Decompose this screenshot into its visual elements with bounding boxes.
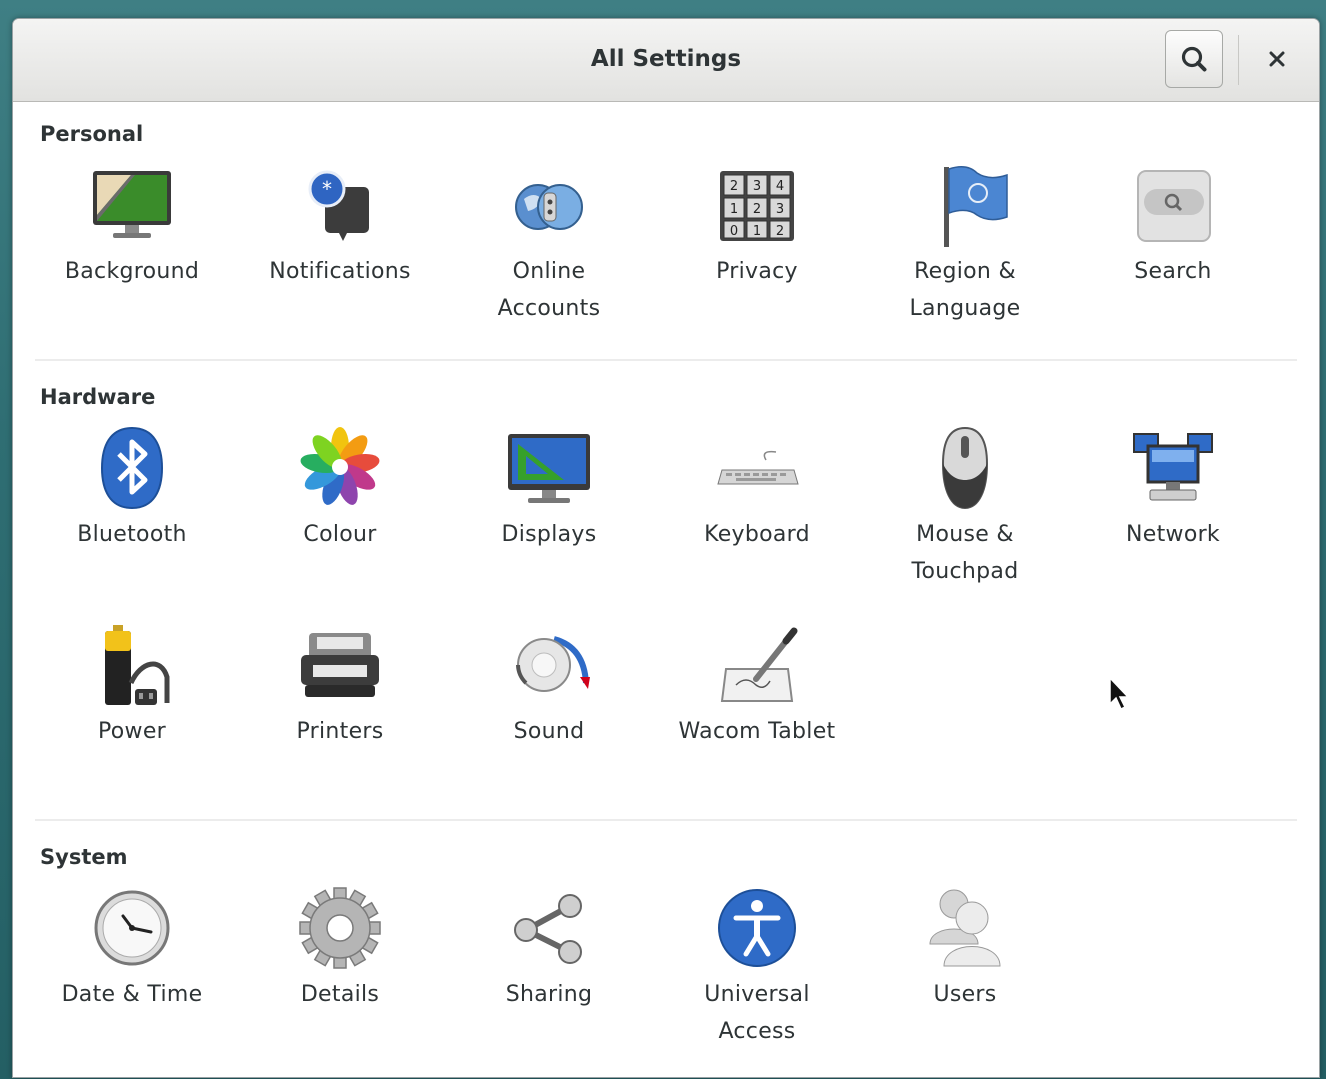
- section-title-system: System: [40, 845, 128, 869]
- item-label: Wacom Tablet: [678, 719, 836, 744]
- users-icon: [929, 889, 1001, 967]
- svg-text:*: *: [322, 177, 332, 201]
- svg-text:2: 2: [753, 202, 761, 217]
- wacom-tablet-icon: [720, 627, 798, 702]
- svg-text:0: 0: [730, 224, 738, 239]
- item-label: Bluetooth: [77, 522, 187, 547]
- settings-item-search[interactable]: Search: [1069, 159, 1277, 290]
- search-icon: [1181, 46, 1207, 72]
- settings-item-power[interactable]: Power: [28, 619, 236, 750]
- item-label: Search: [1134, 259, 1212, 284]
- item-label: Background: [64, 259, 200, 284]
- settings-item-network[interactable]: Network: [1069, 422, 1277, 553]
- settings-item-universal-access[interactable]: Universal Access: [653, 882, 861, 1050]
- power-icon: [105, 625, 170, 705]
- item-label: Power: [97, 719, 166, 744]
- bluetooth-icon: [100, 426, 164, 510]
- settings-item-sound[interactable]: Sound: [445, 619, 653, 750]
- header-bar: All Settings: [13, 19, 1319, 102]
- region-language-icon: [944, 166, 1008, 247]
- displays-icon: [508, 434, 590, 503]
- settings-item-users[interactable]: Users: [861, 882, 1069, 1013]
- section-title-hardware: Hardware: [40, 385, 156, 409]
- item-label: Notifications: [269, 259, 411, 284]
- sound-icon: [516, 636, 590, 692]
- settings-item-keyboard[interactable]: Keyboard: [653, 422, 861, 553]
- item-label: Mouse & Touchpad: [911, 522, 1019, 584]
- search-button[interactable]: [1165, 30, 1223, 88]
- header-separator: [1238, 35, 1239, 85]
- section-title-personal: Personal: [40, 122, 144, 146]
- privacy-icon: 234 123 012: [720, 171, 794, 241]
- svg-text:1: 1: [753, 224, 761, 239]
- settings-item-date-time[interactable]: Date & Time: [28, 882, 236, 1013]
- item-label: Keyboard: [704, 522, 810, 547]
- share-icon: [514, 894, 582, 964]
- item-label: Privacy: [716, 259, 798, 284]
- svg-text:2: 2: [776, 224, 784, 239]
- mouse-icon: [941, 426, 989, 510]
- network-icon: [1133, 433, 1213, 501]
- settings-item-region-language[interactable]: Region & Language: [861, 159, 1069, 327]
- item-label: Colour: [303, 522, 377, 547]
- item-label: Sharing: [505, 982, 593, 1007]
- settings-item-background[interactable]: Background: [28, 159, 236, 290]
- svg-text:1: 1: [730, 202, 738, 217]
- settings-item-printers[interactable]: Printers: [236, 619, 444, 750]
- universal-access-icon: [718, 889, 796, 967]
- item-label: Region & Language: [909, 259, 1021, 321]
- item-label: Details: [300, 982, 380, 1007]
- item-label: Printers: [296, 719, 384, 744]
- window-title: All Settings: [590, 46, 742, 72]
- section-divider: [35, 359, 1297, 361]
- settings-window: All Settings Personal Background * Notif…: [12, 18, 1320, 1078]
- svg-text:2: 2: [730, 179, 738, 194]
- search-settings-icon: [1137, 170, 1211, 242]
- close-icon: [1269, 51, 1285, 67]
- item-label: Date & Time: [61, 982, 203, 1007]
- svg-text:4: 4: [776, 179, 784, 194]
- item-label: Sound: [513, 719, 585, 744]
- clock-icon: [94, 890, 170, 966]
- settings-item-mouse-touchpad[interactable]: Mouse & Touchpad: [861, 422, 1069, 590]
- settings-item-online-accounts[interactable]: Online Accounts: [445, 159, 653, 327]
- settings-item-displays[interactable]: Displays: [445, 422, 653, 553]
- item-label: Network: [1126, 522, 1220, 547]
- mouse-pointer-icon: [1109, 676, 1130, 711]
- item-label: Universal Access: [704, 982, 810, 1044]
- item-label: Users: [933, 982, 997, 1007]
- gear-icon: [299, 887, 381, 969]
- colour-icon: [300, 427, 380, 505]
- svg-text:3: 3: [776, 202, 784, 217]
- settings-item-colour[interactable]: Colour: [236, 422, 444, 553]
- background-icon: [93, 171, 171, 238]
- settings-item-bluetooth[interactable]: Bluetooth: [28, 422, 236, 553]
- settings-item-sharing[interactable]: Sharing: [445, 882, 653, 1013]
- online-accounts-icon: [515, 184, 583, 230]
- settings-item-notifications[interactable]: * Notifications: [236, 159, 444, 290]
- settings-item-wacom-tablet[interactable]: Wacom Tablet: [653, 619, 861, 750]
- svg-text:3: 3: [753, 179, 761, 194]
- section-divider: [35, 819, 1297, 821]
- item-label: Displays: [501, 522, 597, 547]
- settings-item-details[interactable]: Details: [236, 882, 444, 1013]
- notifications-icon: *: [308, 170, 369, 241]
- item-label: Online Accounts: [497, 259, 601, 321]
- printer-icon: [301, 633, 379, 697]
- keyboard-icon: [717, 450, 799, 485]
- settings-item-privacy[interactable]: 234 123 012 Privacy: [653, 159, 861, 290]
- close-button[interactable]: [1251, 30, 1303, 88]
